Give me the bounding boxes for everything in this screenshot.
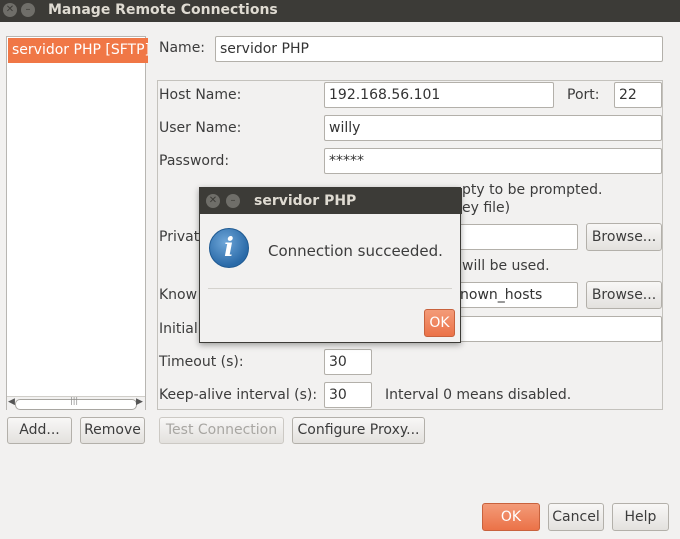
list-item[interactable]: servidor PHP [SFTP] [8,38,148,63]
host-name-input[interactable]: 192.168.56.101 [324,82,554,108]
dialog-title: servidor PHP [254,193,357,209]
port-input[interactable]: 22 [614,82,662,108]
dialog-separator [208,288,452,289]
window-title: Manage Remote Connections [48,2,278,18]
timeout-label: Timeout (s): [159,354,244,370]
port-label: Port: [567,87,600,103]
connections-list[interactable]: servidor PHP [SFTP] [6,36,148,410]
help-button[interactable]: Help [612,503,669,531]
private-key-input[interactable] [455,224,578,250]
info-icon: i [209,228,249,268]
remove-button[interactable]: Remove [80,417,145,444]
connection-result-dialog: ✕ – servidor PHP i Connection succeeded.… [199,187,462,343]
dialog-close-icon[interactable]: ✕ [206,194,220,208]
private-key-label: Privat [159,229,200,245]
user-name-input[interactable]: willy [324,115,662,141]
minimize-icon[interactable]: – [21,3,35,17]
name-input[interactable]: servidor PHP [215,36,663,62]
user-name-label: User Name: [159,120,242,136]
private-key-browse-button[interactable]: Browse... [586,223,662,251]
configure-proxy-button[interactable]: Configure Proxy... [292,417,425,444]
list-horizontal-scrollbar[interactable]: ◀ ||| ▶ [7,396,145,410]
name-label: Name: [159,40,206,56]
password-hint-1: pty to be prompted. [462,182,603,198]
add-button[interactable]: Add... [7,417,72,444]
test-connection-button[interactable]: Test Connection [159,417,284,444]
scroll-left-icon[interactable]: ◀ [8,397,15,407]
known-hosts-browse-button[interactable]: Browse... [586,281,662,309]
cancel-button[interactable]: Cancel [548,503,604,531]
scrollbar-grip: ||| [70,396,79,405]
password-label: Password: [159,153,230,169]
scroll-right-icon[interactable]: ▶ [136,397,143,407]
initial-directory-label: Initial [159,321,198,337]
keepalive-input[interactable]: 30 [324,382,372,408]
dialog-titlebar: ✕ – servidor PHP [200,188,462,214]
known-hosts-label: Know [159,287,198,303]
initial-directory-input[interactable] [455,316,662,342]
window-titlebar: ✕ – Manage Remote Connections [0,0,680,22]
dialog-ok-button[interactable]: OK [424,309,455,337]
private-key-hint: will be used. [462,258,550,274]
password-input[interactable]: ***** [324,148,662,174]
host-name-label: Host Name: [159,87,242,103]
keepalive-label: Keep-alive interval (s): [159,387,318,403]
timeout-input[interactable]: 30 [324,349,372,375]
known-hosts-input[interactable]: nown_hosts [455,282,578,308]
ok-button[interactable]: OK [482,503,540,531]
close-icon[interactable]: ✕ [3,3,17,17]
scrollbar-thumb[interactable]: ||| [15,396,137,410]
password-hint-2: ey file) [462,200,511,216]
dialog-message: Connection succeeded. [268,242,443,260]
keepalive-hint: Interval 0 means disabled. [385,387,572,403]
dialog-minimize-icon[interactable]: – [226,194,240,208]
